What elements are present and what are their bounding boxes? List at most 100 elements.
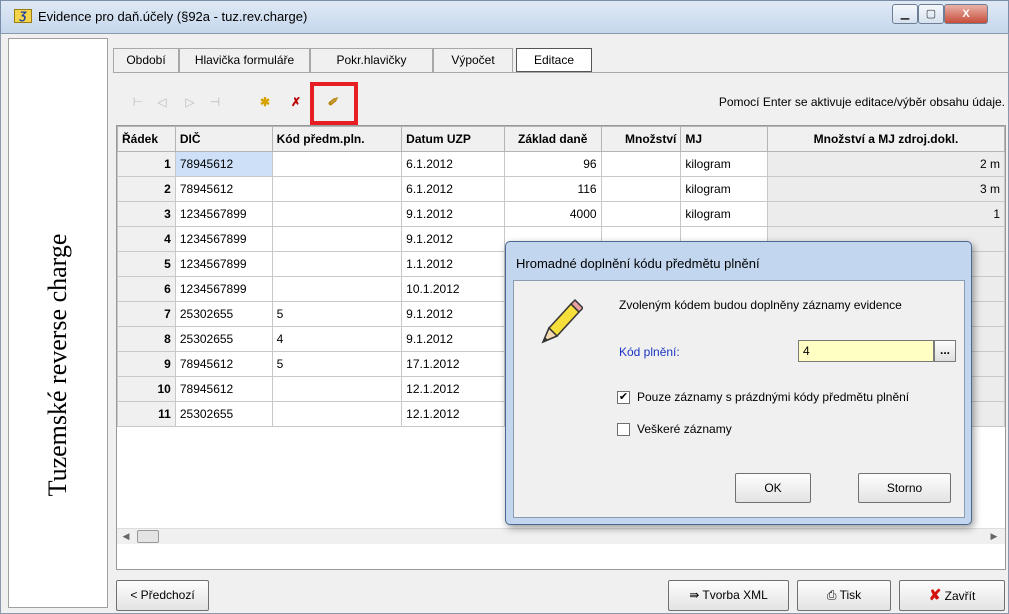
cell-kod[interactable] <box>271 226 403 252</box>
cell-datum[interactable]: 9.1.2012 <box>401 301 505 327</box>
cell-datum[interactable]: 9.1.2012 <box>401 326 505 352</box>
cell-radek: 6 <box>117 276 176 302</box>
cell-kod[interactable] <box>271 201 403 227</box>
cell-datum[interactable]: 6.1.2012 <box>401 151 505 177</box>
tab-hlavicka-formulare[interactable]: Hlavička formuláře <box>179 48 310 72</box>
cell-mnozstvi[interactable] <box>600 201 682 227</box>
cell-dic[interactable]: 78945612 <box>174 176 273 202</box>
highlight-annotation <box>310 82 358 125</box>
app-icon: Ʒ <box>14 9 32 23</box>
next-record-icon[interactable]: ▷ <box>180 92 200 112</box>
cell-radek: 9 <box>117 351 176 377</box>
cell-kod[interactable] <box>271 176 403 202</box>
table-row[interactable]: 3 1234567899 9.1.2012 4000 kilogram 1 <box>117 201 1005 227</box>
cell-zaklad[interactable]: 96 <box>503 151 602 177</box>
col-header-radek[interactable]: Řádek <box>117 126 176 152</box>
scroll-left-icon[interactable]: ◀ <box>118 530 134 543</box>
maximize-button[interactable]: ▢ <box>918 4 944 24</box>
tab-editace[interactable]: Editace <box>516 48 592 72</box>
cell-kod[interactable]: 5 <box>271 301 403 327</box>
cell-kod[interactable]: 5 <box>271 351 403 377</box>
print-button[interactable]: ⎙ Tisk <box>797 580 891 611</box>
cell-datum[interactable]: 12.1.2012 <box>401 376 505 402</box>
horizontal-scrollbar[interactable] <box>117 528 1005 544</box>
close-window-button[interactable]: X <box>944 4 988 24</box>
cell-dic[interactable]: 1234567899 <box>174 201 273 227</box>
close-button[interactable]: ✘ Zavřít <box>899 580 1005 611</box>
prev-record-icon[interactable]: ◁ <box>152 92 172 112</box>
tab-obdobi[interactable]: Období <box>113 48 179 72</box>
cell-mj[interactable]: kilogram <box>680 151 768 177</box>
col-header-mj[interactable]: MJ <box>680 126 768 152</box>
all-records-checkbox[interactable] <box>617 423 630 436</box>
cell-dic[interactable]: 25302655 <box>174 301 273 327</box>
minimize-button[interactable]: ▁ <box>892 4 918 24</box>
cell-kod[interactable] <box>271 276 403 302</box>
cancel-button[interactable]: Storno <box>858 473 951 503</box>
table-row[interactable]: 2 78945612 6.1.2012 116 kilogram 3 m <box>117 176 1005 202</box>
cell-kod[interactable]: 4 <box>271 326 403 352</box>
cell-dic[interactable]: 25302655 <box>174 326 273 352</box>
cell-kod[interactable] <box>271 251 403 277</box>
cell-zaklad[interactable]: 4000 <box>503 201 602 227</box>
cell-dic[interactable]: 78945612 <box>174 351 273 377</box>
all-records-label[interactable]: Veškeré záznamy <box>637 422 732 436</box>
cell-mj[interactable]: kilogram <box>680 201 768 227</box>
ok-button[interactable]: OK <box>735 473 811 503</box>
cell-kod[interactable] <box>271 151 403 177</box>
cell-zaklad[interactable]: 116 <box>503 176 602 202</box>
col-header-zdroj[interactable]: Množství a MJ zdroj.dokl. <box>766 126 1005 152</box>
cell-kod[interactable] <box>271 376 403 402</box>
cell-datum[interactable]: 12.1.2012 <box>401 401 505 427</box>
print-label: Tisk <box>839 588 862 602</box>
create-xml-label: Tvorba XML <box>702 588 768 602</box>
col-header-kod[interactable]: Kód předm.pln. <box>271 126 403 152</box>
empty-only-label[interactable]: Pouze záznamy s prázdnými kódy předmětu … <box>637 390 909 404</box>
cell-zdroj[interactable]: 1 <box>766 201 1005 227</box>
cell-zdroj[interactable]: 2 m <box>766 151 1005 177</box>
scroll-thumb[interactable] <box>137 530 159 543</box>
col-header-zaklad[interactable]: Základ daně <box>503 126 602 152</box>
first-record-icon[interactable]: ⊢ <box>128 92 148 112</box>
cell-datum[interactable]: 6.1.2012 <box>401 176 505 202</box>
cell-dic[interactable]: 1234567899 <box>174 251 273 277</box>
cell-kod[interactable] <box>271 401 403 427</box>
create-xml-button[interactable]: ⇛ Tvorba XML <box>668 580 789 611</box>
previous-button[interactable]: < Předchozí <box>116 580 209 611</box>
cell-radek: 2 <box>117 176 176 202</box>
red-x-icon: ✘ <box>928 587 942 604</box>
cell-dic[interactable]: 78945612 <box>174 376 273 402</box>
col-header-dic[interactable]: DIČ <box>174 126 273 152</box>
table-row[interactable]: 1 78945612 6.1.2012 96 kilogram 2 m <box>117 151 1005 177</box>
tab-pokr-hlavicky[interactable]: Pokr.hlavičky <box>310 48 433 72</box>
scroll-right-icon[interactable]: ▶ <box>986 530 1002 543</box>
cell-zdroj[interactable]: 3 m <box>766 176 1005 202</box>
cell-mnozstvi[interactable] <box>600 176 682 202</box>
last-record-icon[interactable]: ⊣ <box>205 92 225 112</box>
col-header-datum[interactable]: Datum UZP <box>401 126 505 152</box>
side-banner-text: Tuzemské reverse charge <box>43 233 72 497</box>
cell-dic[interactable]: 1234567899 <box>174 226 273 252</box>
printer-icon: ⎙ <box>826 588 837 602</box>
kod-picker-button[interactable]: ... <box>934 340 956 362</box>
cell-datum[interactable]: 10.1.2012 <box>401 276 505 302</box>
cell-radek: 1 <box>117 151 176 177</box>
cell-radek: 7 <box>117 301 176 327</box>
new-record-icon[interactable]: ✱ <box>254 92 276 112</box>
cell-mj[interactable]: kilogram <box>680 176 768 202</box>
cell-dic[interactable]: 25302655 <box>174 401 273 427</box>
cell-datum[interactable]: 9.1.2012 <box>401 201 505 227</box>
cell-dic[interactable]: 1234567899 <box>174 276 273 302</box>
tab-vypocet[interactable]: Výpočet <box>433 48 513 72</box>
col-header-mnozstvi[interactable]: Množství <box>600 126 682 152</box>
kod-plneni-input[interactable]: 4 <box>798 340 934 362</box>
tab-divider <box>113 72 1008 73</box>
empty-only-checkbox[interactable]: ✔ <box>617 391 630 404</box>
cell-dic[interactable]: 78945612 <box>174 151 273 177</box>
cell-mnozstvi[interactable] <box>600 151 682 177</box>
cell-datum[interactable]: 1.1.2012 <box>401 251 505 277</box>
cell-datum[interactable]: 9.1.2012 <box>401 226 505 252</box>
cell-datum[interactable]: 17.1.2012 <box>401 351 505 377</box>
cell-radek: 5 <box>117 251 176 277</box>
delete-record-icon[interactable]: ✗ <box>285 92 307 112</box>
